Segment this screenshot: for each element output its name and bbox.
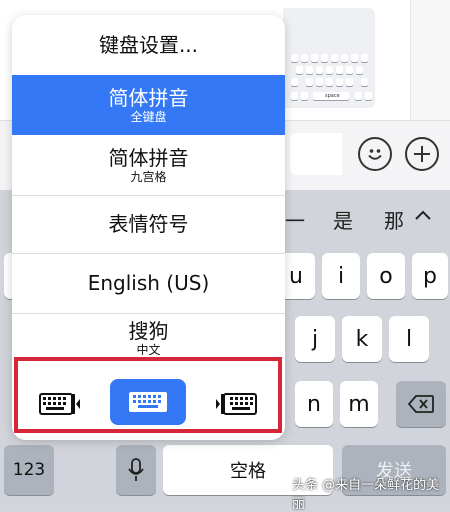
key-n[interactable]: n xyxy=(295,381,333,427)
menu-item-emoji[interactable]: 表情符号 xyxy=(12,195,285,254)
candidate-1[interactable]: 一 xyxy=(285,205,305,234)
menu-item-label: 表情符号 xyxy=(108,212,189,236)
emoji-button[interactable] xyxy=(358,137,392,171)
key-p[interactable]: p xyxy=(412,253,448,299)
more-button[interactable] xyxy=(405,137,439,171)
key-k[interactable]: k xyxy=(342,316,382,362)
key-m[interactable]: m xyxy=(340,381,378,427)
menu-item-label: 键盘设置... xyxy=(98,33,199,57)
highlight-box xyxy=(14,357,282,433)
menu-item-sublabel: 全键盘 xyxy=(130,110,167,124)
candidate-3[interactable]: 那 xyxy=(384,205,404,234)
menu-item-label: 简体拼音 xyxy=(108,86,189,110)
thumbnail-space-label: space xyxy=(325,93,340,99)
smiley-icon xyxy=(368,149,382,160)
keyboard-thumbnail: space xyxy=(283,8,375,108)
message-input[interactable] xyxy=(290,133,342,175)
numbers-key[interactable]: 123 xyxy=(4,445,54,495)
key-o[interactable]: o xyxy=(367,253,405,299)
menu-item-english-us[interactable]: English (US) xyxy=(12,253,285,314)
key-l[interactable]: l xyxy=(389,316,429,362)
menu-item-sublabel: 九宫格 xyxy=(130,170,167,184)
key-i[interactable]: i xyxy=(322,253,360,299)
backspace-icon xyxy=(407,395,434,413)
menu-item-pinyin-9key[interactable]: 简体拼音 九宫格 xyxy=(12,135,285,196)
menu-item-keyboard-settings[interactable]: 键盘设置... xyxy=(12,15,285,76)
candidate-2[interactable]: 是 xyxy=(333,205,353,234)
dictation-key[interactable] xyxy=(116,445,156,495)
watermark: 头条 @来自一朵鲜花的美丽 xyxy=(292,478,440,512)
menu-item-pinyin-full[interactable]: 简体拼音 全键盘 xyxy=(12,75,285,135)
microphone-icon xyxy=(128,458,144,481)
menu-item-label: English (US) xyxy=(87,271,210,295)
menu-item-label: 简体拼音 xyxy=(108,146,189,170)
menu-item-label: 搜狗 xyxy=(128,319,169,343)
chevron-up-icon[interactable] xyxy=(412,204,434,226)
key-j[interactable]: j xyxy=(295,316,335,362)
plus-icon xyxy=(414,146,430,162)
right-edge-panel xyxy=(410,0,450,120)
backspace-key[interactable] xyxy=(396,381,446,427)
